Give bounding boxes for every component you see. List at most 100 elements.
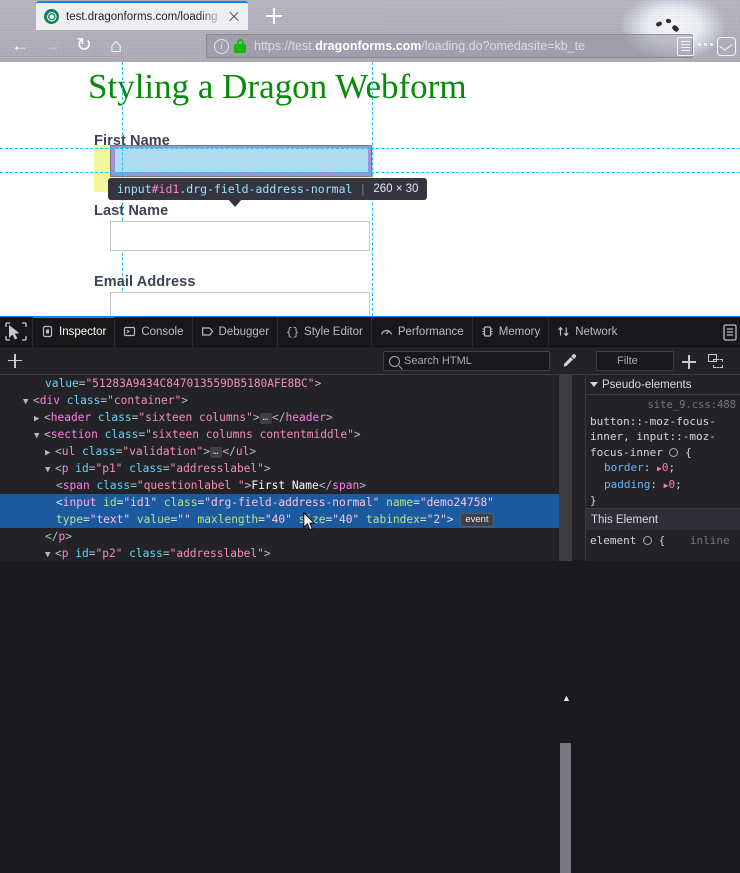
rule-open-brace: { — [685, 446, 692, 459]
storage-tab[interactable] — [720, 317, 740, 347]
reader-mode-icon[interactable] — [677, 37, 694, 56]
tooltip-element-class: .drg-field-address-normal — [179, 182, 352, 196]
markup-token: > — [181, 394, 188, 407]
devtools-tab-bar: Inspector ConsoleDebugger{}Style EditorPe… — [0, 317, 740, 347]
filter-styles-input[interactable]: Filte — [596, 351, 674, 371]
markup-token: > — [249, 445, 256, 458]
tooltip-separator: | — [359, 182, 366, 196]
markup-node-selected[interactable]: type="text" value="" maxlength="40" size… — [0, 511, 572, 528]
expand-children-button[interactable]: … — [210, 447, 222, 458]
event-badge[interactable]: event — [460, 513, 493, 527]
add-node-button[interactable] — [0, 347, 30, 375]
declaration-property[interactable]: padding — [604, 478, 650, 491]
field-label-email-address: Email Address — [94, 274, 196, 290]
markup-token: = — [163, 462, 170, 475]
devtools-tab-performance[interactable]: Performance — [371, 317, 472, 347]
address-bar[interactable]: i https://test.dragonforms.com/loading.d… — [206, 34, 693, 58]
network-icon — [557, 325, 570, 338]
markup-node[interactable]: </p> — [0, 528, 572, 545]
devtools-tab-label: Inspector — [59, 326, 106, 338]
scroll-up-icon[interactable]: ▲ — [562, 695, 571, 702]
pseudo-elements-label: Pseudo-elements — [602, 379, 692, 391]
email-address-input[interactable] — [110, 292, 370, 316]
element-selector[interactable]: element — [590, 534, 636, 547]
devtools-sub-toolbar: Search HTML Filte — [0, 347, 740, 375]
markup-token: class — [122, 547, 162, 560]
home-icon: ⌂ — [102, 32, 130, 60]
declaration-row[interactable]: border: ▶0; — [604, 460, 736, 477]
devtools-tab-memory[interactable]: Memory — [472, 317, 549, 347]
markup-token: id — [69, 462, 89, 475]
devtools-tab-network[interactable]: Network — [548, 317, 625, 347]
markup-scrollbar-track[interactable] — [559, 375, 572, 561]
markup-node[interactable]: value="51283A9434C847013559DB5180AFE8BC"… — [0, 375, 572, 392]
element-picker-button[interactable] — [0, 317, 32, 347]
page-info-icon[interactable]: i — [214, 39, 229, 54]
markup-node[interactable]: ▼<section class="sixteen columns content… — [0, 426, 572, 443]
markup-token: tabindex — [359, 513, 420, 526]
markup-token: "51283A9434C847013559DB5180AFE8BC" — [85, 377, 314, 390]
markup-token: = — [258, 513, 265, 526]
element-rule-source[interactable]: inline — [690, 534, 730, 547]
page-actions-icon[interactable] — [698, 43, 714, 47]
markup-scrollbar-thumb[interactable] — [560, 743, 571, 873]
semicolon: ; — [668, 461, 675, 474]
chevron-down-icon[interactable]: ▼ — [45, 547, 55, 561]
markup-node[interactable]: ▶<ul class="validation">…</ul> — [0, 443, 572, 460]
back-button[interactable]: ← — [6, 32, 34, 60]
markup-token: "text" — [90, 513, 130, 526]
search-input[interactable]: Search HTML — [383, 351, 550, 371]
markup-node[interactable]: ▼<div class="container"> — [0, 392, 572, 409]
search-placeholder: Search HTML — [404, 355, 472, 367]
rule-selector[interactable]: button::-moz-focus-inner, input::-moz-fo… — [590, 415, 716, 459]
back-arrow-icon: ← — [6, 32, 34, 60]
markup-token: = — [130, 479, 137, 492]
reload-button[interactable]: ↻ — [70, 32, 98, 60]
devtools-tab-inspector[interactable]: Inspector — [32, 317, 114, 347]
new-tab-button[interactable] — [262, 4, 286, 28]
markup-node-selected[interactable]: <input id="id1" class="drg-field-address… — [0, 494, 572, 511]
markup-tree[interactable]: value="51283A9434C847013559DB5180AFE8BC"… — [0, 375, 572, 561]
markup-token: </ — [272, 411, 285, 424]
pseudo-elements-header[interactable]: Pseudo-elements — [586, 375, 740, 395]
gear-icon[interactable] — [643, 536, 652, 545]
markup-token: = — [163, 547, 170, 560]
inspector-icon — [41, 325, 54, 338]
search-icon — [389, 356, 400, 367]
markup-token: header — [51, 411, 91, 424]
devtools-tab-style-editor[interactable]: {}Style Editor — [277, 317, 371, 347]
markup-node[interactable]: ▼<p id="p1" class="addresslabel"> — [0, 460, 572, 477]
expand-children-button[interactable]: … — [260, 413, 272, 424]
markup-node[interactable]: <span class="questionlabel ">First Name<… — [0, 477, 572, 494]
pocket-icon[interactable] — [717, 37, 736, 56]
markup-token: < — [55, 547, 62, 560]
home-button[interactable]: ⌂ — [102, 32, 130, 60]
markup-token: < — [55, 462, 62, 475]
this-element-header[interactable]: This Element — [586, 508, 740, 530]
declaration-row[interactable]: padding: ▶0; — [604, 477, 736, 494]
markup-token: p — [62, 547, 69, 560]
devtools-tab-debugger[interactable]: Debugger — [192, 317, 278, 347]
browser-tab[interactable]: test.dragonforms.com/loading — [36, 1, 248, 30]
markup-token: input — [63, 496, 97, 509]
close-icon[interactable] — [226, 9, 242, 25]
declaration-property[interactable]: border — [604, 461, 644, 474]
markup-token: = — [83, 513, 90, 526]
lock-icon[interactable] — [234, 39, 246, 53]
markup-node[interactable]: ▶<header class="sixteen columns">…</head… — [0, 409, 572, 426]
last-name-input[interactable] — [110, 221, 370, 251]
markup-token: class — [157, 496, 197, 509]
rule-source-link[interactable]: site_9.css:488 — [590, 398, 736, 414]
filter-placeholder: Filte — [617, 355, 638, 367]
markup-node[interactable]: ▼<p id="p2" class="addresslabel"> — [0, 545, 572, 561]
layout-toggle-button[interactable] — [708, 354, 725, 370]
eyedropper-button[interactable] — [560, 352, 578, 370]
field-label-first-name: First Name — [94, 133, 170, 149]
markup-token: < — [56, 496, 63, 509]
inspector-tooltip: input#id1.drg-field-address-normal | 260… — [108, 178, 427, 200]
devtools-tab-console[interactable]: Console — [114, 317, 191, 347]
rules-sidebar: Pseudo-elements site_9.css:488 button::-… — [585, 375, 740, 561]
add-rule-button[interactable] — [682, 355, 696, 369]
markup-token: "container" — [107, 394, 181, 407]
gear-icon[interactable] — [669, 448, 678, 457]
